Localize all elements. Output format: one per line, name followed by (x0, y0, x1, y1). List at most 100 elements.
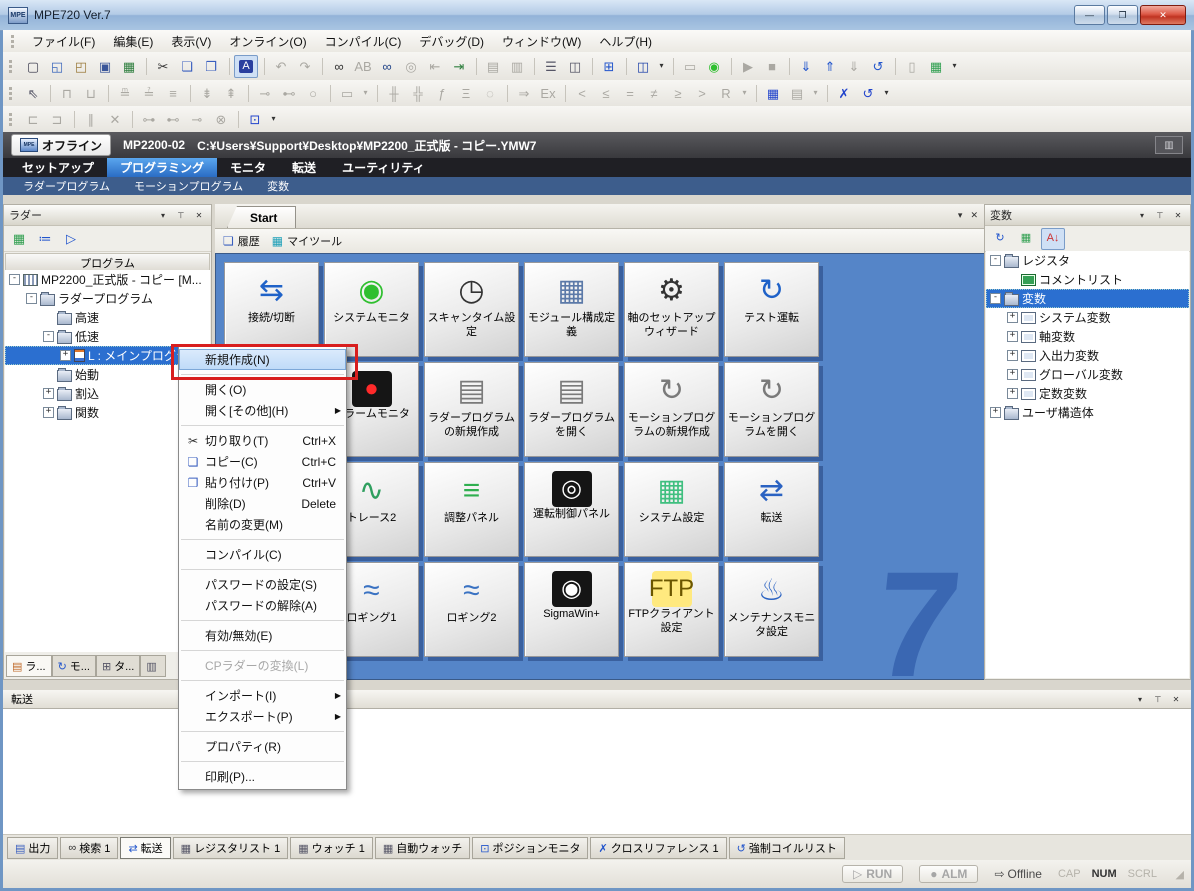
tree-expander-icon[interactable]: + (60, 350, 71, 361)
tree-expander-icon[interactable]: - (990, 255, 1001, 266)
menu-online[interactable]: オンライン(O) (220, 31, 315, 52)
tree-item-axis-variable[interactable]: + 軸変数 (986, 327, 1189, 346)
menu-enable-disable[interactable]: 有効/無効(E) (179, 625, 346, 646)
tree-item-comment-list[interactable]: コメントリスト (986, 270, 1189, 289)
logic-gate-button[interactable]: ▷ (60, 229, 82, 249)
close-button[interactable]: ✕ (1140, 5, 1186, 25)
motion-tab[interactable]: ↻ モ... (52, 655, 96, 677)
menu-delete[interactable]: 削除(D) Delete (179, 493, 346, 514)
tree-item-variable[interactable]: - 変数 (986, 289, 1189, 308)
position-monitor-tab[interactable]: ⊡ ポジションモニタ (472, 837, 588, 859)
menu-print[interactable]: 印刷(P)... (179, 766, 346, 787)
menu-cut[interactable]: ✂ 切り取り(T) Ctrl+X (179, 430, 346, 451)
read-from-controller-button[interactable]: ⇑ (819, 56, 841, 77)
menu-edit[interactable]: 編集(E) (104, 31, 162, 52)
engineering-manager-dropdown[interactable]: ▾ (656, 56, 667, 77)
save-project-button[interactable]: ▦ (118, 56, 140, 77)
jump-next-button[interactable]: ⇥ (448, 56, 470, 77)
engineering-manager-button[interactable]: ◫ (632, 56, 654, 77)
tree-item-constant-variable[interactable]: + 定数変数 (986, 384, 1189, 403)
doc-tab-close-button[interactable]: ✕ (970, 210, 978, 221)
menu-window[interactable]: ウィンドウ(W) (493, 31, 590, 52)
split-vertical-button[interactable]: ◫ (564, 56, 586, 77)
tree-expander-icon[interactable]: - (43, 331, 54, 342)
transfer-tab[interactable]: ⇄ 転送 (120, 837, 170, 859)
forced-coil-button[interactable]: ↺ (857, 83, 879, 104)
tile-ladder-open[interactable]: ▤ ラダープログラムを開く (524, 362, 619, 457)
ladder-tab[interactable]: ▤ ラ... (6, 655, 52, 677)
tree-expander-icon[interactable]: + (1007, 331, 1018, 342)
tree-expander-icon[interactable]: + (1007, 350, 1018, 361)
output-tab[interactable]: ▤ 出力 (7, 837, 58, 859)
auto-watch-tab[interactable]: ▦ 自動ウォッチ (375, 837, 470, 859)
tree-item-low-speed[interactable]: - 低速 (5, 327, 210, 346)
cross-reference-tab[interactable]: ✗ クロスリファレンス 1 (590, 837, 726, 859)
sort-az-button[interactable]: A↓ (1041, 228, 1065, 250)
panel-close-button[interactable]: ✕ (1171, 209, 1185, 222)
register-list-tab[interactable]: ▦ レジスタリスト 1 (173, 837, 289, 859)
tile-operation-panel[interactable]: ◎ 運転制御パネル (524, 462, 619, 557)
tab-utility[interactable]: ユーティリティ (329, 158, 438, 177)
menu-copy[interactable]: ❏ コピー(C) Ctrl+C (179, 451, 346, 472)
tile-ladder-new[interactable]: ▤ ラダープログラムの新規作成 (424, 362, 519, 457)
panel-pin-button[interactable]: ⊤ (1153, 209, 1167, 222)
open-file-button[interactable]: ◱ (46, 56, 68, 77)
refresh-button[interactable]: ↻ (989, 229, 1011, 249)
tree-expander-icon[interactable]: - (990, 293, 1001, 304)
tree-item-user-structure[interactable]: + ユーザ構造体 (986, 403, 1189, 422)
resize-grip-icon[interactable]: ◢ (1176, 868, 1184, 881)
panel-menu-button[interactable]: ▾ (1135, 209, 1149, 222)
tile-system-setting[interactable]: ▦ システム設定 (624, 462, 719, 557)
menu-compile[interactable]: コンパイル(C) (179, 544, 346, 565)
paste-button[interactable]: ❐ (200, 56, 222, 77)
tree-expander-icon[interactable]: - (9, 274, 20, 285)
tile-scan-time[interactable]: ◷ スキャンタイム設定 (424, 262, 519, 357)
comment-list-button[interactable]: ▦ (925, 56, 947, 77)
system-tab[interactable]: ▥ (140, 655, 165, 677)
tree-expander-icon[interactable]: + (990, 407, 1001, 418)
position-monitor-dropdown[interactable]: ▾ (268, 109, 279, 130)
menu-help[interactable]: ヘルプ(H) (590, 31, 661, 52)
tile-maintenance-monitor[interactable]: ♨ メンテナンスモニタ設定 (724, 562, 819, 657)
menu-view[interactable]: 表示(V) (162, 31, 220, 52)
tree-item-project[interactable]: - MP2200_正式版 - コピー [M... (5, 270, 210, 289)
forced-coil-tab[interactable]: ↺ 強制コイルリスト (729, 837, 845, 859)
offline-button[interactable]: MPE オフライン (11, 134, 111, 156)
panel-pin-button[interactable]: ⊤ (174, 209, 188, 222)
font-search-button[interactable]: A (234, 55, 258, 78)
find-button[interactable]: ∞ (328, 56, 350, 77)
menu-new[interactable]: 新規作成(N) (179, 349, 346, 370)
split-horizontal-button[interactable]: ☰ (540, 56, 562, 77)
menu-file[interactable]: ファイル(F) (23, 31, 104, 52)
tile-transfer[interactable]: ⇄ 転送 (724, 462, 819, 557)
menu-open-other[interactable]: 開く[その他](H) ▶ (179, 400, 346, 421)
tab-transfer[interactable]: 転送 (279, 158, 329, 177)
find-in-files-button[interactable]: ∞ (376, 56, 398, 77)
tree-item-high-speed[interactable]: 高速 (5, 308, 210, 327)
maximize-button[interactable]: ❐ (1107, 5, 1138, 25)
tree-expander-icon[interactable]: - (26, 293, 37, 304)
tree-item-io-variable[interactable]: + 入出力変数 (986, 346, 1189, 365)
panel-menu-button[interactable]: ▾ (156, 209, 170, 222)
cut-button[interactable]: ✂ (152, 56, 174, 77)
module-config-button[interactable]: ⊞ (598, 56, 620, 77)
tile-sigmawin[interactable]: ◉ SigmaWin+ (524, 562, 619, 657)
search-tab[interactable]: ∞ 検索 1 (60, 837, 118, 859)
subnav-motion-program[interactable]: モーションプログラム (122, 178, 255, 194)
write-to-controller-button[interactable]: ⇓ (795, 56, 817, 77)
comment-list-dropdown[interactable]: ▾ (949, 56, 960, 77)
menu-properties[interactable]: プロパティ(R) (179, 736, 346, 757)
menu-rename[interactable]: 名前の変更(M) (179, 514, 346, 535)
tree-item-ladder-program[interactable]: - ラダープログラム (5, 289, 210, 308)
tree-item-system-variable[interactable]: + システム変数 (986, 308, 1189, 327)
menu-compile[interactable]: コンパイル(C) (316, 31, 411, 52)
tile-connect[interactable]: ⇆ 接続/切断 (224, 262, 319, 357)
tree-expander-icon[interactable]: + (1007, 312, 1018, 323)
menu-password-clear[interactable]: パスワードの解除(A) (179, 595, 346, 616)
minimize-button[interactable]: — (1074, 5, 1105, 25)
tile-test-run[interactable]: ↻ テスト運転 (724, 262, 819, 357)
tile-tuning-panel[interactable]: ≡ 調整パネル (424, 462, 519, 557)
copy-button[interactable]: ❏ (176, 56, 198, 77)
start-document-tab[interactable]: Start (227, 206, 296, 228)
transfer-undo-button[interactable]: ↺ (867, 56, 889, 77)
